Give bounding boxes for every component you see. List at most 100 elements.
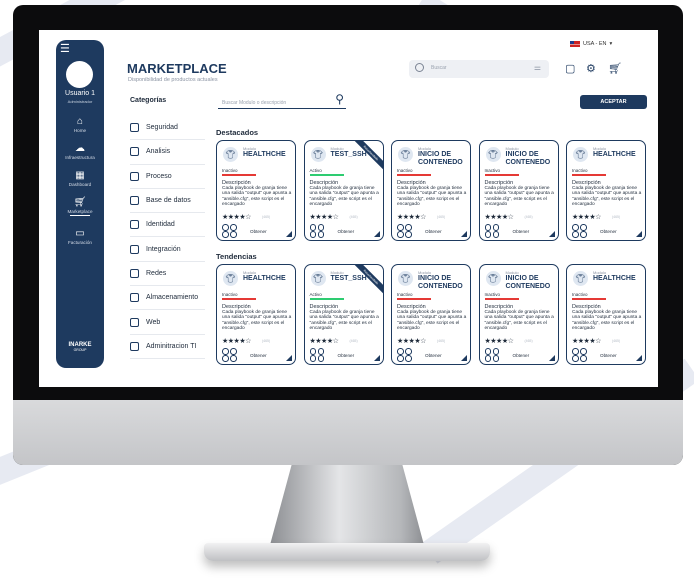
checkbox[interactable] <box>130 123 139 133</box>
category-redes[interactable]: Redes <box>130 262 205 287</box>
monitor-stand <box>270 465 424 545</box>
corner-triangle-icon <box>373 231 380 237</box>
category-label: Adminitracion TI <box>146 342 197 350</box>
integration-icon <box>397 355 404 362</box>
status-bar <box>572 298 606 300</box>
gear-icon[interactable]: ⚙ <box>586 63 596 75</box>
integration-icons <box>222 348 240 362</box>
status-label: Activo <box>309 292 322 297</box>
cart-icon[interactable]: 🛒︎ <box>608 63 622 75</box>
get-button[interactable]: Obtener <box>425 353 442 358</box>
search-icon <box>415 63 424 72</box>
get-button[interactable]: Obtener <box>250 353 267 358</box>
status-bar <box>397 298 431 300</box>
get-button[interactable]: Obtener <box>600 229 617 234</box>
trending-title: Tendencias <box>216 252 257 261</box>
home-icon: ⌂ <box>76 116 84 127</box>
module-name: HEALTHCHE <box>243 151 286 158</box>
category-proceso[interactable]: Proceso <box>130 165 205 189</box>
status-label: Inactivo <box>222 168 238 173</box>
category-label: Integración <box>146 245 181 253</box>
shirt-icon: 👕︎ <box>485 147 501 162</box>
rating-count: (465) <box>524 215 533 219</box>
corner-triangle-icon <box>373 355 380 361</box>
corner-triangle-icon <box>461 355 467 361</box>
module-search-input[interactable]: Buscar Modulo o descripción ⚲ <box>218 92 346 109</box>
module-card[interactable]: 👕︎ Modulo INICIO DE CONTENEDO Inactivo Descr… <box>391 264 471 365</box>
get-button[interactable]: Obtener <box>425 229 442 234</box>
get-button[interactable]: Obtener <box>600 353 617 358</box>
integration-icons <box>222 224 240 238</box>
sidebar-item-facturacion[interactable]: ▭ Facturación <box>56 228 104 245</box>
search-input[interactable]: Buscar <box>431 65 447 71</box>
checkbox[interactable] <box>130 196 139 206</box>
module-card[interactable]: 👕︎ Modulo HEALTHCHE Inactivo Descripción Cada… <box>216 264 296 365</box>
module-card[interactable]: 👕︎ Modulo INICIO DE CONTENEDO Inactivo Descr… <box>478 264 559 365</box>
module-card[interactable]: 👕︎ Modulo HEALTHCHE Inactivo Descripción Cada… <box>216 140 296 241</box>
chat-icon[interactable]: ▢ <box>565 63 575 75</box>
integration-icon <box>397 348 404 355</box>
module-card[interactable]: 👕︎ Modulo INICIO DE CONTENEDO Inactivo Descr… <box>391 140 471 241</box>
global-search[interactable]: Buscar ⚌ <box>409 60 549 78</box>
usa-flag-icon <box>570 41 580 47</box>
sidebar-item-label: Facturación <box>67 240 92 245</box>
module-name: INICIO DE CONTENEDO <box>418 275 463 290</box>
rating-stars: ★★★★☆ <box>572 338 601 345</box>
sidebar-item-infraestructura[interactable]: ☁ Infraestructura <box>56 143 104 160</box>
integration-icon <box>492 355 499 362</box>
checkbox[interactable] <box>130 171 139 181</box>
get-button[interactable]: Obtener <box>338 353 355 358</box>
category-adminitracion-ti[interactable]: Adminitracion TI <box>130 335 205 359</box>
shirt-icon: 👕︎ <box>573 147 588 162</box>
description-text: Cada playbook de granja tiene una salida… <box>484 310 554 331</box>
module-card[interactable]: 👕︎ Modulo HEALTHCHE Inactivo Descripción Cada… <box>566 264 646 365</box>
checkbox[interactable] <box>130 317 139 327</box>
module-card[interactable]: 👕︎ Modulo TEST_SSH Activo Descripción Cada pl… <box>303 264 384 365</box>
checkbox[interactable] <box>130 293 139 303</box>
checkbox[interactable] <box>130 244 139 254</box>
sidebar-item-dashboard[interactable]: ▦ Dashboard <box>56 170 104 187</box>
category-web[interactable]: Web <box>130 310 205 335</box>
category-integracion[interactable]: Integración <box>130 237 205 262</box>
app-screen: ☰ Usuario 1 Administrador ⌂ Home ☁ Infra… <box>39 30 658 387</box>
avatar[interactable] <box>66 61 93 88</box>
integration-icon <box>222 224 229 231</box>
get-button[interactable]: Obtener <box>250 229 267 234</box>
category-base-de-datos[interactable]: Base de datos <box>130 189 205 214</box>
chevron-down-icon: ▾ <box>609 41 613 47</box>
module-card[interactable]: 👕︎ Modulo TEST_SSH Activo Descripción Cada pl… <box>303 140 384 241</box>
status-label: Inactivo <box>572 292 588 297</box>
description-text: Cada playbook de granja tiene una salida… <box>309 310 379 331</box>
status-label: Inactivo <box>484 168 501 173</box>
corner-triangle-icon <box>548 231 555 237</box>
language-selector[interactable]: USA - EN ▾ <box>570 41 612 47</box>
checkbox[interactable] <box>130 220 139 230</box>
category-identidad[interactable]: Identidad <box>130 213 205 238</box>
module-card[interactable]: 👕︎ Modulo HEALTHCHE Inactivo Descripción Cada… <box>566 140 646 241</box>
get-button[interactable]: Obtener <box>513 229 530 234</box>
rating-stars: ★★★★☆ <box>484 214 514 221</box>
module-name: HEALTHCHE <box>243 275 286 282</box>
integration-icon <box>230 355 237 362</box>
checkbox[interactable] <box>130 341 139 351</box>
filter-sliders-icon[interactable]: ⚌ <box>534 63 541 72</box>
search-icon[interactable]: ⚲ <box>335 92 344 106</box>
monitor-icon: ▭ <box>75 228 85 239</box>
integration-icon <box>230 348 237 355</box>
category-seguridad[interactable]: Seguridad <box>130 116 205 141</box>
checkbox[interactable] <box>130 147 139 157</box>
rating-stars: ★★★★☆ <box>309 214 339 221</box>
checkbox[interactable] <box>130 268 139 278</box>
sidebar-item-marketplace[interactable]: 🛒︎ Marketplace <box>56 197 104 216</box>
monitor-chin <box>13 400 683 465</box>
category-analisis[interactable]: Analisis <box>130 140 205 165</box>
sidebar-item-home[interactable]: ⌂ Home <box>56 116 104 133</box>
accept-button[interactable]: ACEPTAR <box>580 95 647 109</box>
category-almacenamiento[interactable]: Almacenamiento <box>130 286 205 311</box>
module-card[interactable]: 👕︎ Modulo INICIO DE CONTENEDO Inactivo Descr… <box>478 140 559 241</box>
get-button[interactable]: Obtener <box>513 353 530 358</box>
menu-icon[interactable]: ☰ <box>60 42 70 55</box>
rating-stars: ★★★★☆ <box>222 214 251 221</box>
get-button[interactable]: Obtener <box>338 229 355 234</box>
user-role: Administrador <box>67 99 93 104</box>
